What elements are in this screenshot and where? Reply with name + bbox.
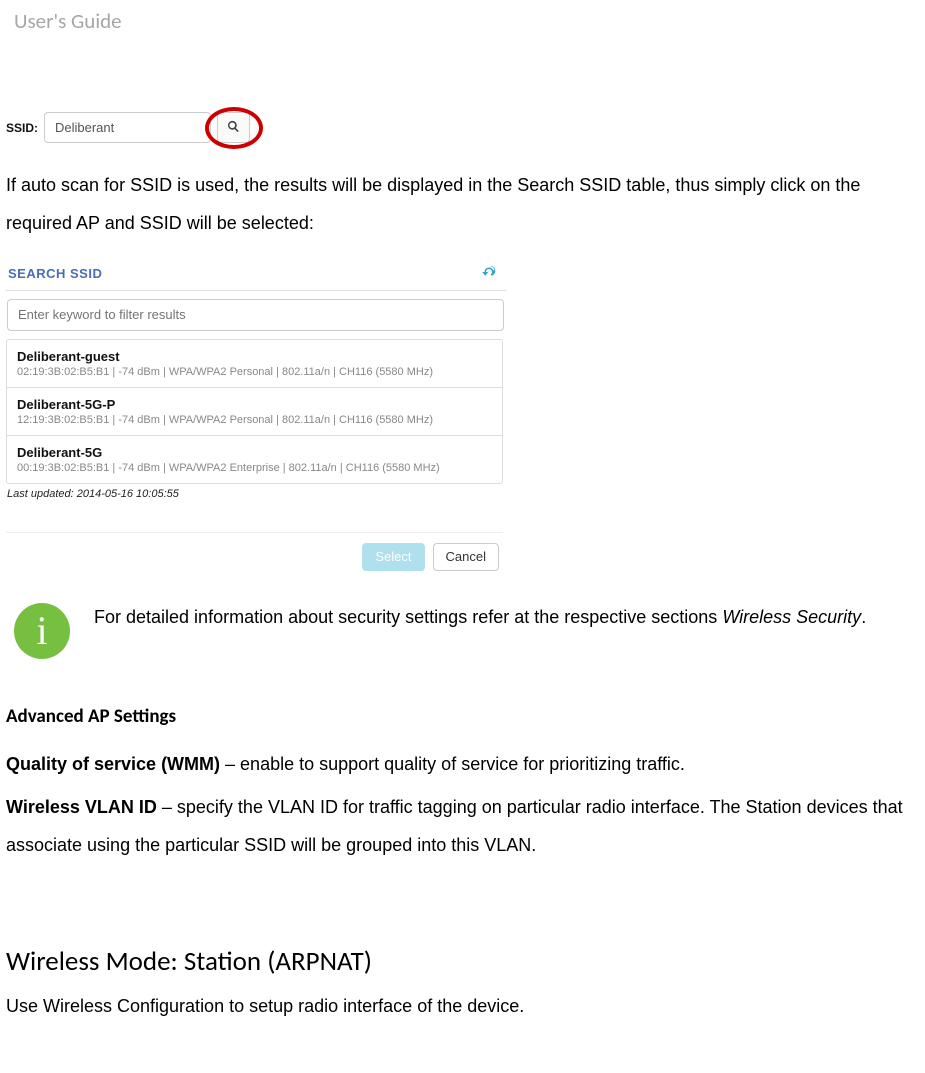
wmm-label: Quality of service (WMM): [6, 754, 220, 774]
refresh-icon[interactable]: [480, 263, 498, 284]
search-ssid-panel: SEARCH SSID Deliberant-guest 02:19:3B:02…: [6, 259, 506, 577]
info-ital: Wireless Security: [722, 607, 861, 627]
result-detail: 00:19:3B:02:B5:B1 | -74 dBm | WPA/WPA2 E…: [17, 462, 492, 474]
wmm-setting: Quality of service (WMM) – enable to sup…: [0, 740, 925, 784]
result-list: Deliberant-guest 02:19:3B:02:B5:B1 | -74…: [6, 339, 503, 484]
result-name: Deliberant-5G: [17, 445, 492, 460]
ssid-field-row: SSID:: [0, 42, 925, 143]
vlan-label: Wireless VLAN ID: [6, 797, 157, 817]
intro-paragraph: If auto scan for SSID is used, the resul…: [0, 143, 925, 253]
list-item[interactable]: Deliberant-5G-P 12:19:3B:02:B5:B1 | -74 …: [7, 388, 502, 436]
result-detail: 12:19:3B:02:B5:B1 | -74 dBm | WPA/WPA2 P…: [17, 414, 492, 426]
info-text: For detailed information about security …: [70, 603, 866, 630]
panel-footer: Select Cancel: [6, 532, 503, 577]
wmm-text: – enable to support quality of service f…: [220, 754, 685, 774]
page-title: User's Guide: [0, 0, 925, 42]
search-icon: [227, 120, 240, 136]
result-name: Deliberant-5G-P: [17, 397, 492, 412]
vlan-setting: Wireless VLAN ID – specify the VLAN ID f…: [0, 783, 925, 865]
info-note: i For detailed information about securit…: [0, 577, 925, 669]
search-ssid-title: SEARCH SSID: [8, 266, 102, 281]
list-item[interactable]: Deliberant-5G 00:19:3B:02:B5:B1 | -74 dB…: [7, 436, 502, 483]
closing-text: Use Wireless Configuration to setup radi…: [0, 992, 925, 1037]
last-updated: Last updated: 2014-05-16 10:05:55: [6, 484, 506, 500]
select-button[interactable]: Select: [362, 543, 424, 571]
cancel-button[interactable]: Cancel: [433, 543, 499, 571]
ssid-input[interactable]: [44, 112, 211, 143]
station-heading: Wireless Mode: Station (ARPNAT): [0, 865, 925, 992]
info-post: .: [861, 607, 866, 627]
result-detail: 02:19:3B:02:B5:B1 | -74 dBm | WPA/WPA2 P…: [17, 366, 492, 378]
result-name: Deliberant-guest: [17, 349, 492, 364]
info-pre: For detailed information about security …: [94, 607, 722, 627]
advanced-heading: Advanced AP Settings: [0, 669, 925, 740]
info-icon: i: [14, 603, 70, 659]
list-item[interactable]: Deliberant-guest 02:19:3B:02:B5:B1 | -74…: [7, 340, 502, 388]
filter-input[interactable]: [7, 299, 504, 331]
ssid-search-button[interactable]: [217, 112, 250, 143]
ssid-label: SSID:: [6, 121, 44, 135]
